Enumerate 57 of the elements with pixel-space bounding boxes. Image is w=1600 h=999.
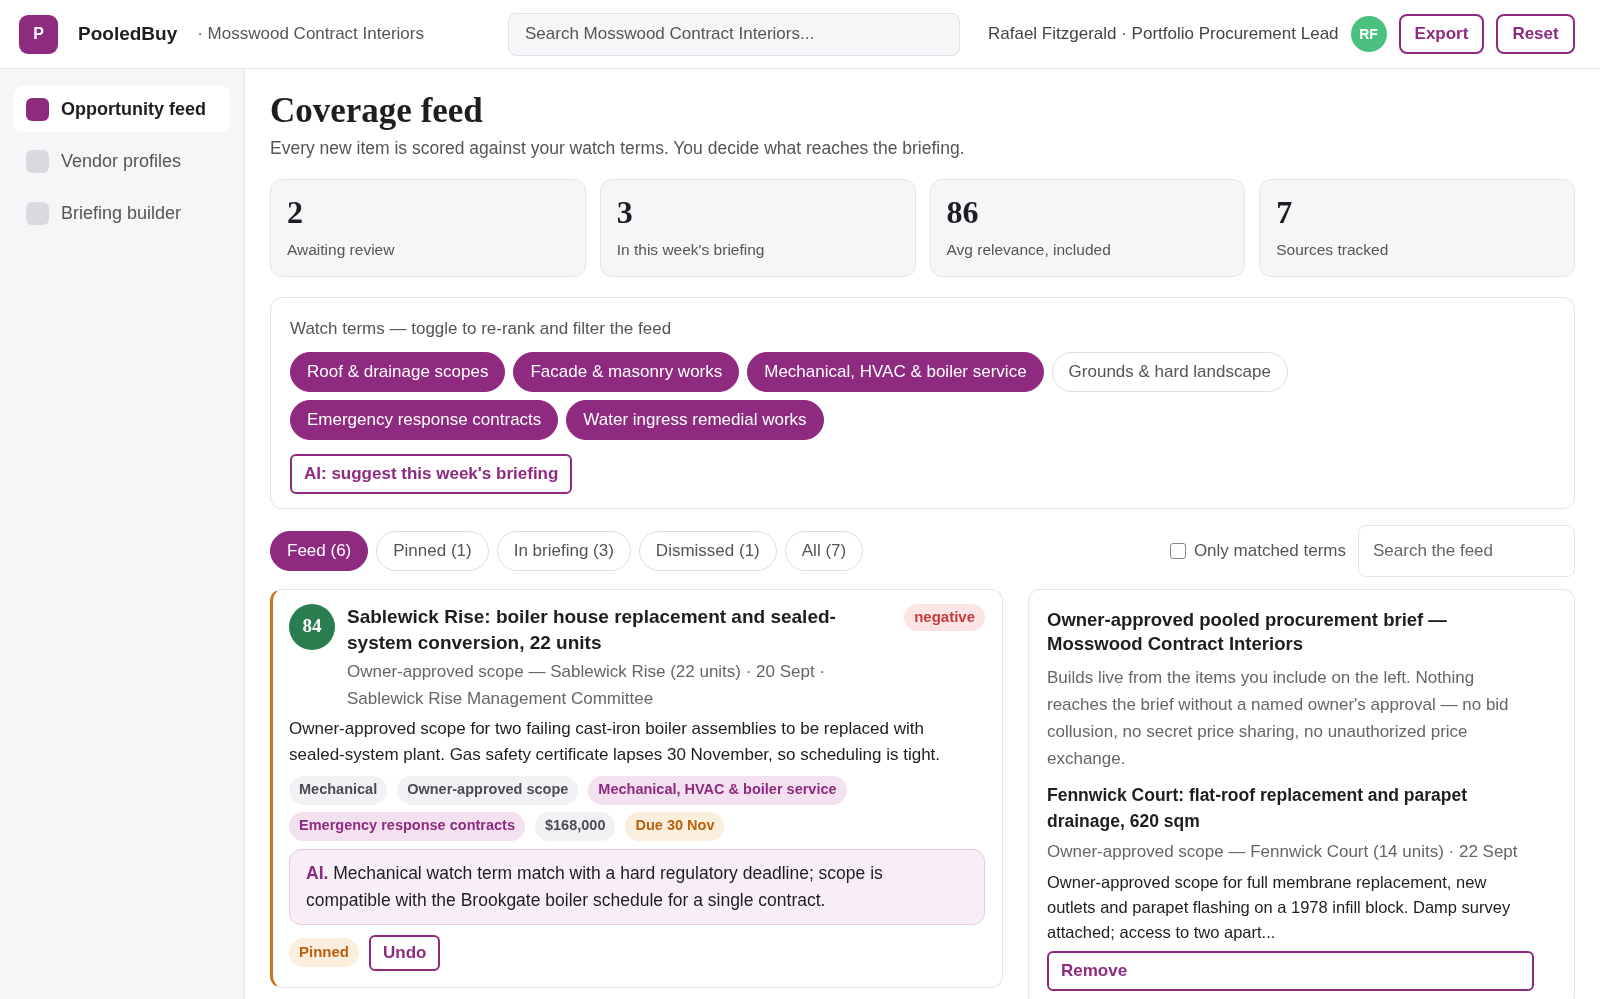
checkbox[interactable]: [1169, 542, 1186, 559]
sidebar-item[interactable]: Vendor profiles: [14, 138, 230, 184]
item-meta: Owner-approved scope — Sablewick Rise (22 units) · 20 Sept · Sablewick Rise Management Committee: [347, 660, 827, 710]
brief-item-meta: Owner-approved scope — Fennwick Court (14 units) · 22 Sept: [1047, 840, 1519, 863]
page-title: Coverage feed: [270, 90, 484, 132]
app-name: PooledBuy: [78, 21, 178, 46]
watch-term-chip[interactable]: Water ingress remedial works: [566, 399, 824, 440]
stat-value: 2: [287, 193, 304, 232]
export-button[interactable]: Export: [1398, 14, 1485, 54]
watch-term-chip[interactable]: Emergency response contracts: [290, 399, 559, 440]
brief-title: Owner-approved pooled procurement brief — Mosswood Contract Interiors: [1047, 607, 1448, 656]
page-subtitle: Every new item is scored against your watch terms. You decide what reaches the briefing.: [270, 136, 966, 160]
ai-suggest-button[interactable]: AI: suggest this week's briefing: [290, 453, 573, 494]
watch-term-chip[interactable]: Mechanical, HVAC & boiler service: [747, 351, 1044, 392]
reset-button[interactable]: Reset: [1496, 14, 1575, 54]
stat-value: 7: [1276, 193, 1294, 232]
item-title: Sablewick Rise: boiler house replacement and sealed-system conversion, 22 units: [347, 604, 837, 655]
brief-intro: Builds live from the items you include on the left. Nothing reaches the brief without a named owner's approval — no bid collusion, no secret price sharing, no unauthorized price exchange.: [1047, 666, 1510, 770]
filter-tab[interactable]: In briefing (3): [496, 530, 631, 571]
stat-label: Avg relevance, included: [946, 240, 1112, 260]
logo-icon: P: [19, 14, 58, 54]
sidebar-item[interactable]: Briefing builder: [14, 190, 230, 236]
avatar: RF: [1350, 16, 1387, 52]
stat-label: Sources tracked: [1276, 240, 1390, 260]
score-badge: 84: [289, 603, 335, 650]
tag: Emergency response contracts: [289, 811, 525, 841]
search-field[interactable]: Search Mosswood Contract Interiors...: [508, 12, 960, 56]
watch-term-chip[interactable]: Grounds & hard landscape: [1051, 351, 1288, 392]
stat-value: 3: [616, 193, 634, 232]
tag: Mechanical: [289, 775, 388, 805]
checkbox-label: Only matched terms: [1193, 539, 1346, 562]
status-badge: Pinned: [289, 938, 359, 967]
item-description: Owner-approved scope for two failing cast-iron boiler assemblies to be replaced with sealed-system plant. Gas safety certificate lapses 30 November, so scheduling is tight.: [289, 717, 942, 766]
stat-label: Awaiting review: [287, 240, 396, 260]
feed-search-field[interactable]: Search the feed: [1358, 524, 1575, 577]
watch-terms-label: Watch terms — toggle to re-rank and filter the feed: [290, 318, 673, 340]
sentiment-badge: negative: [904, 603, 985, 631]
stat-value: 86: [946, 193, 980, 232]
tag: Mechanical, HVAC & boiler service: [588, 775, 847, 805]
organization-name: · Mosswood Contract Interiors: [197, 23, 424, 46]
filter-tab[interactable]: Dismissed (1): [638, 530, 777, 571]
filter-tab[interactable]: Feed (6): [270, 530, 369, 571]
brief-item-description: Owner-approved scope for full membrane replacement, new outlets and parapet flashing on a 1978 infill block. Damp survey attached; access to two apart...: [1047, 871, 1512, 943]
remove-button[interactable]: Remove: [1047, 950, 1534, 991]
filter-tab[interactable]: Pinned (1): [376, 530, 489, 571]
tag: Due 30 Nov: [625, 811, 725, 841]
user-name: Rafael Fitzgerald · Portfolio Procurement Lead: [988, 23, 1339, 46]
tag: $168,000: [535, 811, 616, 841]
ai-note: AI. Mechanical watch term match with a hard regulatory deadline; scope is compatible with the Brookgate boiler schedule for a single contract.: [289, 848, 985, 925]
watch-term-chip[interactable]: Roof & drainage scopes: [290, 351, 506, 392]
stat-label: In this week's briefing: [616, 240, 766, 260]
filter-tab[interactable]: All (7): [784, 530, 864, 571]
watch-term-chip[interactable]: Facade & masonry works: [513, 351, 740, 392]
sidebar-item[interactable]: Opportunity feed: [14, 86, 230, 132]
undo-button[interactable]: Undo: [369, 934, 441, 971]
tag: Owner-approved scope: [397, 775, 579, 805]
brief-item-title: Fennwick Court: flat-roof replacement and parapet drainage, 620 sqm: [1047, 783, 1469, 833]
